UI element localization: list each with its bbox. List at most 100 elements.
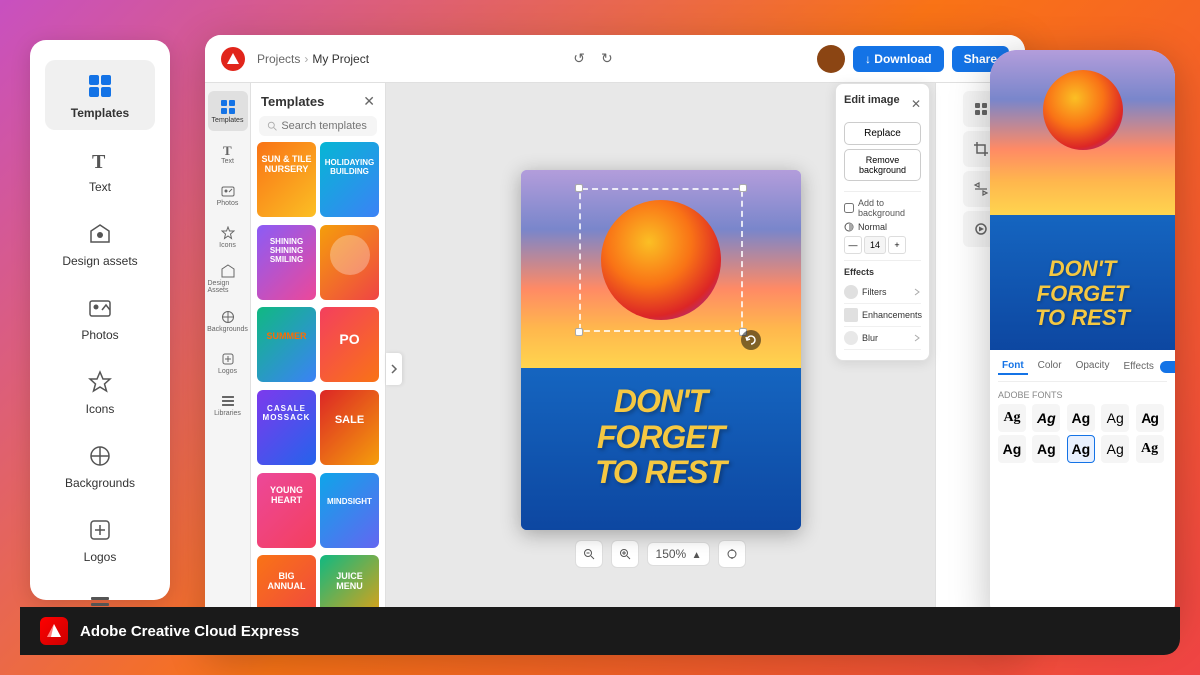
redo-button[interactable]: ↻	[597, 46, 617, 71]
phone-tab-color[interactable]: Color	[1034, 358, 1066, 375]
font-item-2[interactable]: Ag	[1067, 404, 1095, 432]
adobe-logo-icon	[45, 622, 63, 640]
svg-text:T: T	[92, 151, 106, 172]
chevron-right-filters	[913, 288, 921, 296]
template-thumb-6[interactable]: Po	[320, 307, 379, 382]
template-thumb-4[interactable]	[320, 225, 379, 300]
template-thumb-2[interactable]: HolidayingBuilding	[320, 142, 379, 217]
filters-item[interactable]: Filters	[844, 281, 921, 304]
blur-icon	[844, 331, 858, 345]
selection-handle-tr[interactable]	[739, 184, 747, 192]
replace-button[interactable]: Replace	[844, 122, 921, 145]
template-thumb-8[interactable]: SALE	[320, 390, 379, 465]
font-item-8[interactable]: Ag	[1101, 435, 1129, 463]
selection-handle-bl[interactable]	[575, 328, 583, 336]
blur-label: Blur	[862, 333, 878, 343]
phone-tabs: Font Color Opacity Effects	[998, 358, 1167, 382]
templates-panel: Templates ✕ SUN & TILENURSERY Holidayi	[251, 83, 386, 655]
sidebar-item-logos[interactable]: Logos	[45, 504, 155, 574]
add-to-background-checkbox[interactable]	[844, 203, 854, 213]
inner-libraries-label: Libraries	[214, 410, 241, 417]
download-button[interactable]: ↓ Download	[853, 46, 944, 72]
search-input[interactable]	[281, 120, 369, 132]
expand-panel-button[interactable]	[386, 353, 402, 385]
rotate-handle[interactable]	[741, 330, 761, 350]
sidebar-item-backgrounds[interactable]: Backgrounds	[45, 430, 155, 500]
phone-bottom-panel: Font Color Opacity Effects ADOBE FONTS A…	[990, 350, 1175, 630]
inner-sidebar-text[interactable]: T Text	[208, 133, 248, 173]
font-item-3[interactable]: Ag	[1101, 404, 1129, 432]
undo-button[interactable]: ↺	[569, 46, 589, 71]
opacity-value: 14	[864, 236, 886, 254]
template-thumb-10[interactable]: MINDSIGHT	[320, 473, 379, 548]
flip-icon	[973, 181, 989, 197]
sidebar-item-design-assets[interactable]: Design assets	[45, 208, 155, 278]
zoom-display[interactable]: 150% ▲	[647, 542, 711, 566]
search-box	[259, 116, 377, 136]
inner-sidebar-logos[interactable]: Logos	[208, 343, 248, 383]
canvas-image-element[interactable]	[591, 200, 731, 340]
zoom-out-icon	[583, 548, 595, 560]
breadcrumb-current: My Project	[312, 52, 369, 66]
svg-text:T: T	[223, 143, 232, 156]
opacity-controls: — 14 +	[844, 236, 906, 254]
opacity-decrease[interactable]: —	[844, 236, 862, 254]
font-item-0[interactable]: Ag	[998, 404, 1026, 432]
font-item-5[interactable]: Ag	[998, 435, 1026, 463]
chevron-right-blur	[913, 334, 921, 342]
blur-item[interactable]: Blur	[844, 327, 921, 350]
template-thumb-3[interactable]: SHININGSHININGSmiling	[257, 225, 316, 300]
inner-text-icon: T	[221, 142, 235, 156]
inner-sidebar-backgrounds[interactable]: Backgrounds	[208, 301, 248, 341]
inner-sidebar: Templates T Text Photos	[205, 83, 251, 655]
backgrounds-label: Backgrounds	[65, 476, 135, 490]
sidebar-item-photos[interactable]: Photos	[45, 282, 155, 352]
inner-sidebar-libraries[interactable]: Libraries	[208, 385, 248, 425]
inner-templates-icon	[220, 99, 236, 115]
zoom-out-button[interactable]	[575, 540, 603, 568]
edit-panel-close[interactable]: ✕	[911, 97, 921, 111]
inner-sidebar-design-assets[interactable]: Design Assets	[208, 259, 248, 299]
font-item-4[interactable]: Ag	[1136, 404, 1164, 432]
templates-close-button[interactable]: ✕	[363, 93, 375, 110]
inner-backgrounds-label: Backgrounds	[207, 326, 248, 333]
breadcrumb-separator: ›	[304, 52, 308, 66]
font-item-7[interactable]: Ag	[1067, 435, 1095, 463]
inner-icons-label: Icons	[219, 242, 236, 249]
template-thumb-1[interactable]: SUN & TILENURSERY	[257, 142, 316, 217]
font-item-1[interactable]: Ag	[1032, 404, 1060, 432]
inner-sidebar-templates[interactable]: Templates	[208, 91, 248, 131]
crop-icon	[973, 141, 989, 157]
fit-to-screen-button[interactable]	[718, 540, 746, 568]
user-avatar[interactable]	[817, 45, 845, 73]
template-thumb-7[interactable]: CASALEMOSSACK	[257, 390, 316, 465]
search-icon	[267, 120, 277, 132]
phone-tab-effects[interactable]: Effects	[1119, 358, 1175, 375]
enhancements-item[interactable]: Enhancements	[844, 304, 921, 327]
selection-handle-tl[interactable]	[575, 184, 583, 192]
left-sidebar: Templates T Text Design assets	[30, 40, 170, 600]
inner-sidebar-photos[interactable]: Photos	[208, 175, 248, 215]
canvas-main-text: DON'T FORGET TO REST	[521, 384, 801, 490]
sidebar-item-icons[interactable]: Icons	[45, 356, 155, 426]
phone-tab-font[interactable]: Font	[998, 358, 1028, 375]
template-thumb-9[interactable]: YOUNGHEART	[257, 473, 316, 548]
effects-toggle[interactable]	[1160, 361, 1175, 373]
edit-panel-title: Edit image	[844, 94, 900, 106]
canvas-text-overlay[interactable]: DON'T FORGET TO REST	[521, 384, 801, 490]
phone-tab-opacity[interactable]: Opacity	[1072, 358, 1114, 375]
opacity-increase[interactable]: +	[888, 236, 906, 254]
templates-header: Templates ✕	[251, 83, 385, 116]
sidebar-item-text[interactable]: T Text	[45, 134, 155, 204]
templates-icon	[84, 70, 116, 102]
remove-background-button[interactable]: Remove background	[844, 149, 921, 181]
sidebar-item-templates[interactable]: Templates	[45, 60, 155, 130]
inner-libraries-icon	[221, 394, 235, 408]
font-item-6[interactable]: Ag	[1032, 435, 1060, 463]
inner-logos-icon	[221, 352, 235, 366]
breadcrumb-root[interactable]: Projects	[257, 52, 300, 66]
template-thumb-5[interactable]: Summer	[257, 307, 316, 382]
zoom-in-button[interactable]	[611, 540, 639, 568]
inner-sidebar-icons[interactable]: Icons	[208, 217, 248, 257]
font-item-9[interactable]: Ag	[1136, 435, 1164, 463]
